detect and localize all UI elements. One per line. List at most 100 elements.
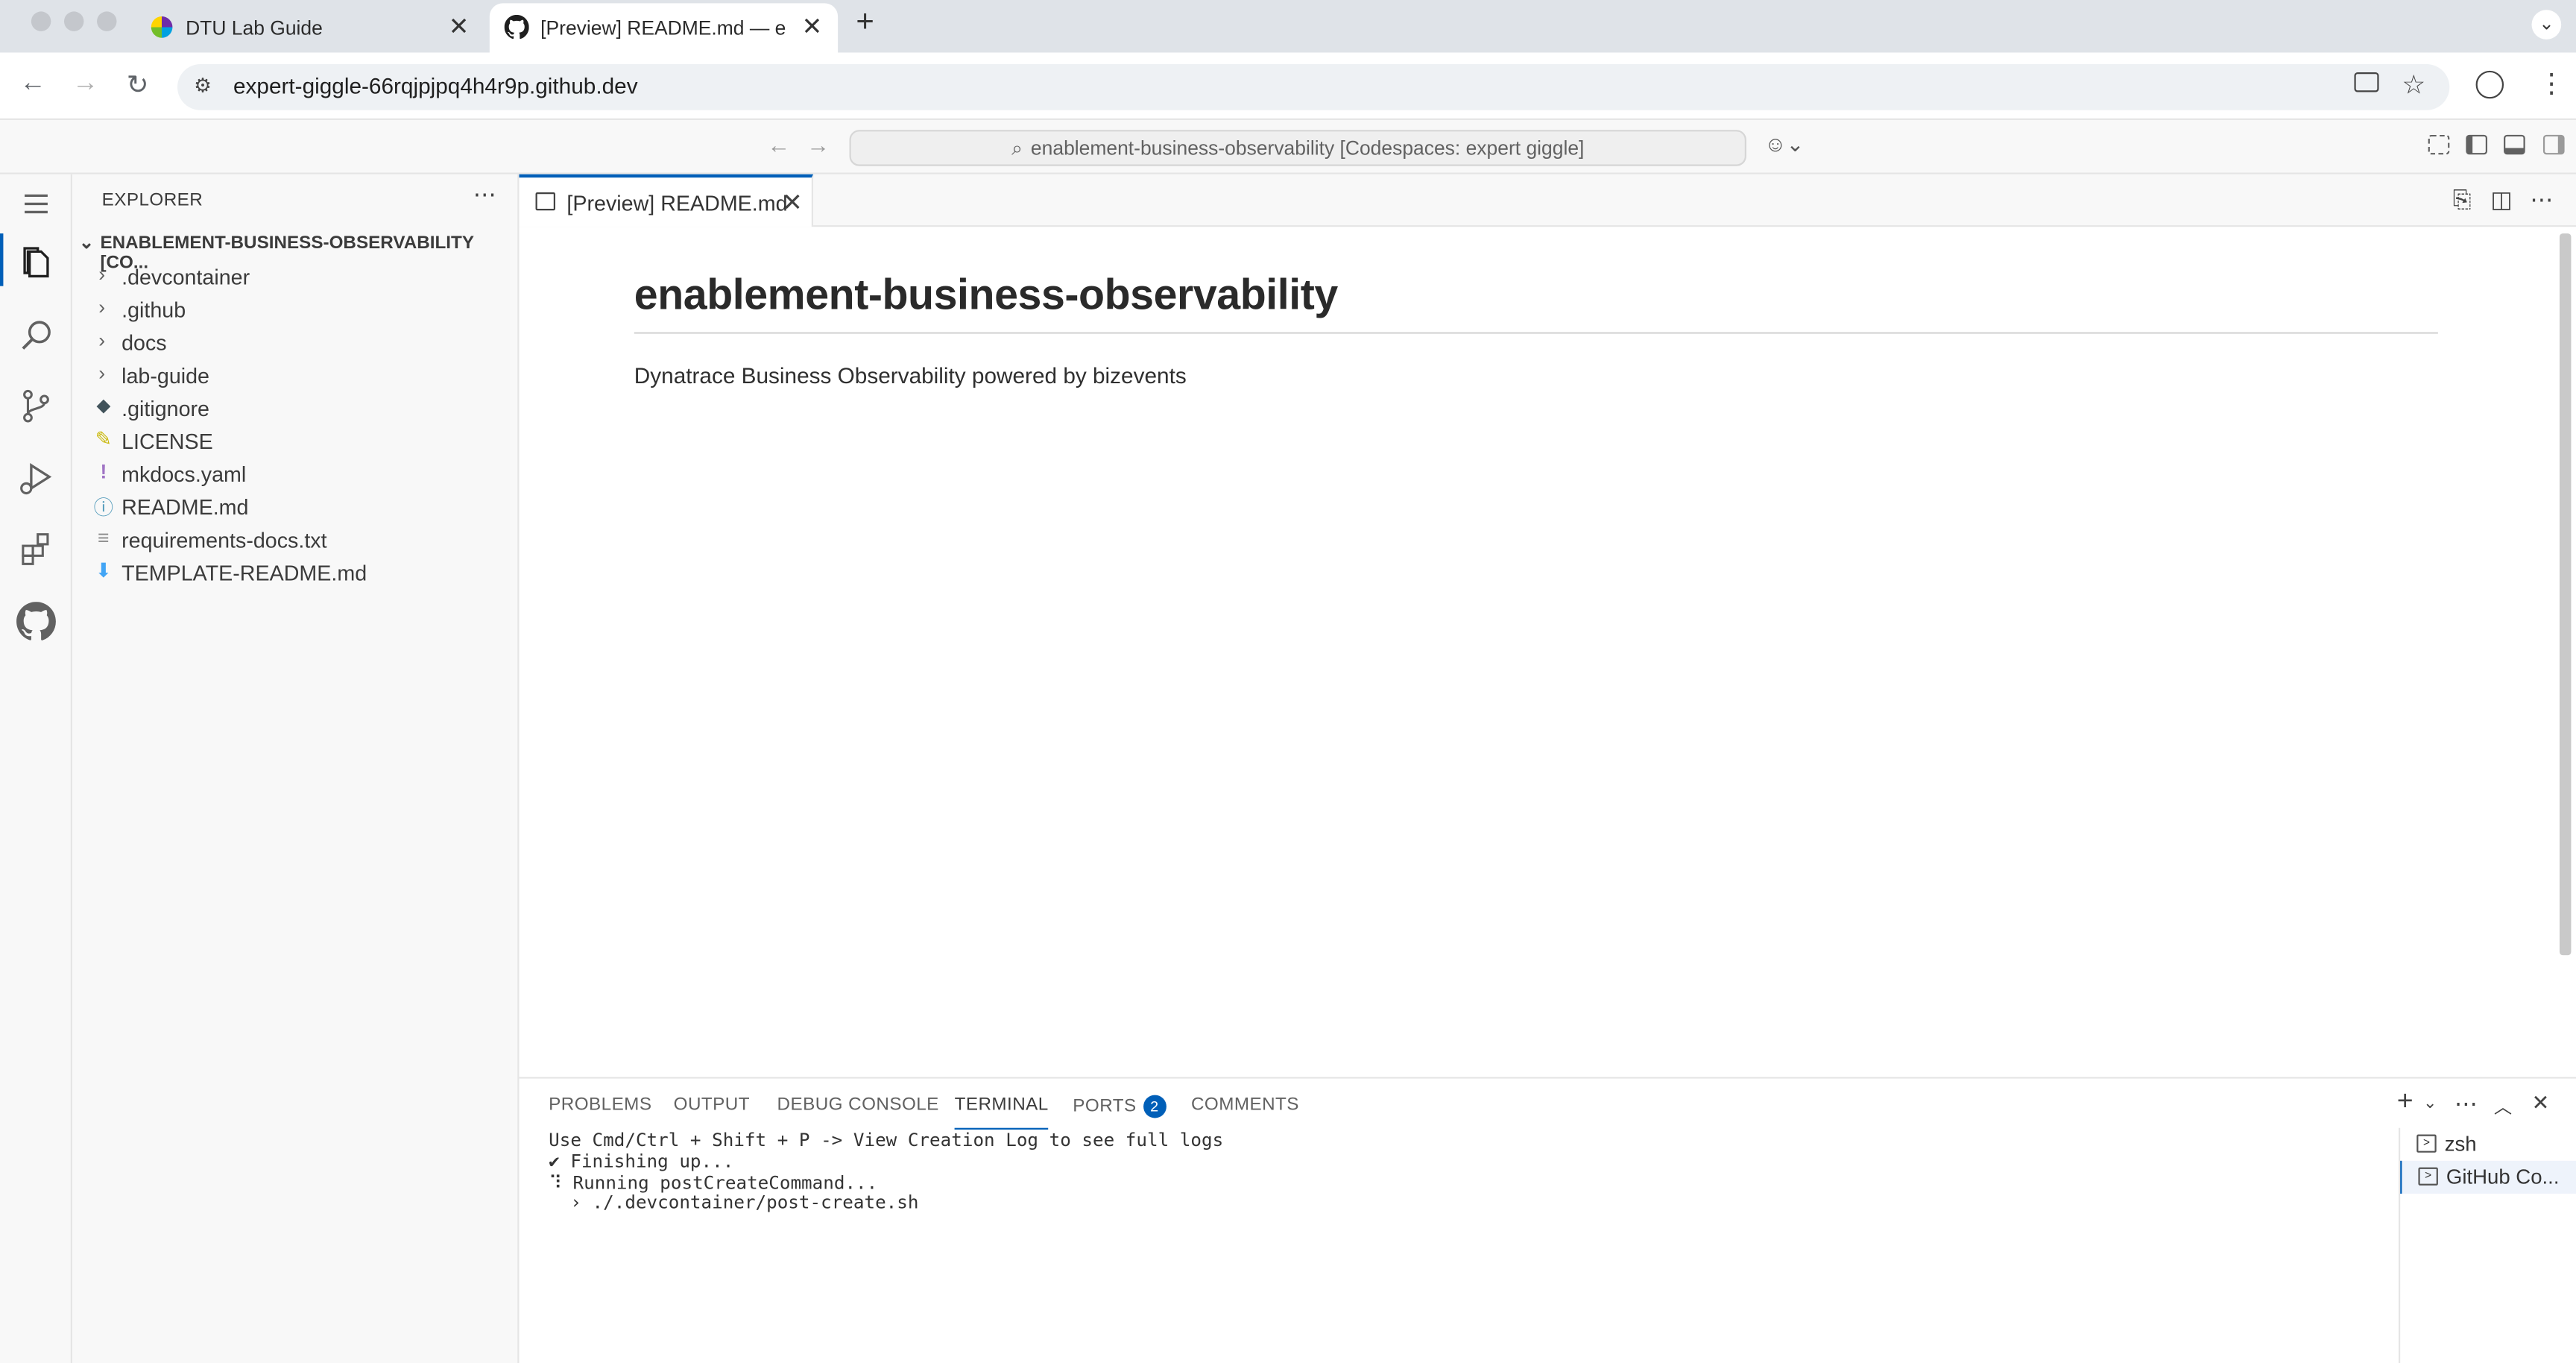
close-tab-icon[interactable]: ✕ xyxy=(802,11,823,41)
git-icon: ◆ xyxy=(96,396,111,416)
more-actions-icon[interactable]: ⋯ xyxy=(2530,186,2553,213)
markdown-icon: ⬇ xyxy=(95,558,112,582)
bookmark-star-icon[interactable]: ☆ xyxy=(2402,69,2425,102)
chevron-down-icon: ⌄ xyxy=(78,233,95,254)
explorer-sidebar: EXPLORER ⋯ ⌄ ENABLEMENT-BUSINESS-OBSERVA… xyxy=(72,174,520,1363)
split-editor-icon[interactable]: ◫ xyxy=(2490,186,2512,213)
chrome-menu-icon[interactable]: ⋮ xyxy=(2538,67,2564,100)
menu-icon[interactable] xyxy=(16,184,56,224)
yaml-icon: ! xyxy=(100,460,107,484)
toggle-primary-sidebar-icon[interactable] xyxy=(2466,134,2488,155)
terminal-item-github-codespaces[interactable]: > GitHub Co... xyxy=(2400,1160,2576,1194)
toggle-secondary-sidebar-icon[interactable] xyxy=(2542,134,2565,155)
command-center[interactable]: ⌕ enablement-business-observability [Cod… xyxy=(849,130,1746,166)
explorer-root-folder[interactable]: ⌄ ENABLEMENT-BUSINESS-OBSERVABILITY [CO.… xyxy=(72,227,520,273)
tab-ports[interactable]: PORTS 2 xyxy=(1073,1095,1167,1118)
tree-item-label: lab-guide xyxy=(121,363,210,388)
browser-tab-dtu-lab-guide[interactable]: DTU Lab Guide ✕ xyxy=(131,3,484,52)
customize-layout-icon[interactable] xyxy=(2428,134,2450,155)
editor-scrollbar[interactable] xyxy=(2559,233,2572,956)
tree-item-devcontainer[interactable]: › .devcontainer xyxy=(72,259,520,292)
terminal-output[interactable]: Use Cmd/Ctrl + Shift + P -> View Creatio… xyxy=(549,1129,1224,1215)
browser-tab-readme-preview[interactable]: [Preview] README.md — ena ✕ xyxy=(489,3,839,53)
tree-item-mkdocs[interactable]: ! mkdocs.yaml xyxy=(72,457,520,490)
profile-icon[interactable] xyxy=(2475,70,2504,99)
toggle-panel-icon[interactable] xyxy=(2504,134,2525,155)
tree-item-label: requirements-docs.txt xyxy=(121,527,327,553)
tree-item-label: LICENSE xyxy=(121,429,213,454)
github-icon[interactable] xyxy=(16,602,56,641)
maximize-panel-icon[interactable]: ︿ xyxy=(2494,1093,2512,1119)
tab-output[interactable]: OUTPUT xyxy=(674,1095,750,1115)
extensions-icon[interactable] xyxy=(16,529,56,569)
tab-comments[interactable]: COMMENTS xyxy=(1191,1095,1299,1115)
editor-tab-bar: [Preview] README.md ✕ xyxy=(519,174,2576,227)
explorer-files-icon[interactable] xyxy=(16,243,56,283)
chevron-right-icon: › xyxy=(98,329,106,352)
terminal-item-label: zsh xyxy=(2444,1133,2477,1156)
terminal-item-zsh[interactable]: > zsh xyxy=(2400,1128,2576,1161)
open-source-icon[interactable]: ⎘ xyxy=(2453,186,2472,213)
go-back-icon[interactable]: ← xyxy=(767,131,790,157)
tree-item-license[interactable]: ✎ LICENSE xyxy=(72,424,520,457)
markdown-preview: enablement-business-observability Dynatr… xyxy=(519,227,2576,1077)
bottom-panel: PROBLEMS OUTPUT DEBUG CONSOLE TERMINAL P… xyxy=(519,1077,2576,1363)
terminal-icon: > xyxy=(2416,1134,2437,1153)
tree-item-label: README.md xyxy=(121,494,249,520)
url-text[interactable]: expert-giggle-66rqjpjpq4h4r9p.github.dev xyxy=(233,74,638,98)
copilot-icon[interactable]: ☺⌄ xyxy=(1764,131,1804,157)
search-icon[interactable] xyxy=(16,315,56,355)
forward-button[interactable]: → xyxy=(72,69,98,99)
reload-button[interactable]: ↻ xyxy=(127,69,149,102)
tree-item-github[interactable]: › .github xyxy=(72,293,520,326)
go-forward-icon[interactable]: → xyxy=(806,131,830,157)
tab-debug-console[interactable]: DEBUG CONSOLE xyxy=(777,1095,939,1115)
new-terminal-icon[interactable]: + xyxy=(2397,1085,2414,1118)
command-center-label: enablement-business-observability [Codes… xyxy=(1030,136,1585,160)
close-panel-icon[interactable]: ✕ xyxy=(2532,1090,2550,1116)
tab-terminal[interactable]: TERMINAL xyxy=(954,1095,1049,1130)
address-bar[interactable]: ⚙ expert-giggle-66rqjpjpq4h4r9p.github.d… xyxy=(177,63,2450,110)
search-icon: ⌕ xyxy=(1011,135,1023,159)
more-actions-icon[interactable]: ⋯ xyxy=(2455,1090,2478,1118)
install-app-icon[interactable] xyxy=(2354,72,2379,92)
tree-item-label: mkdocs.yaml xyxy=(121,462,247,487)
tree-item-template-readme[interactable]: ⬇ TEMPLATE-README.md xyxy=(72,555,520,588)
tree-item-lab-guide[interactable]: › lab-guide xyxy=(72,359,520,391)
chevron-down-icon[interactable]: ⌄ xyxy=(2423,1095,2437,1113)
license-icon: ✎ xyxy=(95,427,112,451)
vscode-title-bar: ← → ⌕ enablement-business-observability … xyxy=(0,119,2576,174)
new-tab-button[interactable]: + xyxy=(856,5,874,42)
screen: DTU Lab Guide ✕ [Preview] README.md — en… xyxy=(0,0,2576,1363)
terminal-list: > zsh > GitHub Co... xyxy=(2398,1127,2576,1363)
tree-item-gitignore[interactable]: ◆ .gitignore xyxy=(72,391,520,424)
heading-divider xyxy=(634,332,2438,334)
tree-item-readme[interactable]: ⓘ README.md xyxy=(72,490,520,523)
back-button[interactable]: ← xyxy=(19,69,45,99)
run-and-debug-icon[interactable] xyxy=(16,459,56,498)
tree-item-requirements[interactable]: ≡ requirements-docs.txt xyxy=(72,523,520,555)
editor-tab-readme-preview[interactable]: [Preview] README.md ✕ xyxy=(519,174,814,227)
tree-item-label: .github xyxy=(121,298,186,323)
activity-bar xyxy=(0,174,72,1363)
window-zoom-dot[interactable] xyxy=(97,11,117,31)
readme-paragraph: Dynatrace Business Observability powered… xyxy=(634,363,1187,388)
browser-toolbar: ← → ↻ ⚙ expert-giggle-66rqjpjpq4h4r9p.gi… xyxy=(0,52,2576,120)
close-tab-icon[interactable]: ✕ xyxy=(449,11,470,41)
tab-search-icon[interactable]: ⌄ xyxy=(2531,10,2562,40)
window-minimize-dot[interactable] xyxy=(63,11,84,31)
browser-tab-title: DTU Lab Guide xyxy=(186,16,323,40)
text-file-icon: ≡ xyxy=(98,526,110,550)
close-icon[interactable]: ✕ xyxy=(782,187,803,217)
terminal-line: Use Cmd/Ctrl + Shift + P -> View Creatio… xyxy=(549,1129,1224,1151)
source-control-icon[interactable] xyxy=(16,386,56,426)
terminal-icon: > xyxy=(2418,1167,2438,1186)
window-close-dot[interactable] xyxy=(31,11,51,31)
tab-problems[interactable]: PROBLEMS xyxy=(549,1095,651,1115)
site-info-icon[interactable]: ⚙ xyxy=(194,74,212,97)
browser-tab-title: [Preview] README.md — ena xyxy=(540,16,787,40)
tree-item-docs[interactable]: › docs xyxy=(72,326,520,359)
more-actions-icon[interactable]: ⋯ xyxy=(473,181,496,209)
terminal-line: ⠹ Running postCreateCommand... xyxy=(549,1171,878,1194)
tree-item-label: docs xyxy=(121,330,167,356)
